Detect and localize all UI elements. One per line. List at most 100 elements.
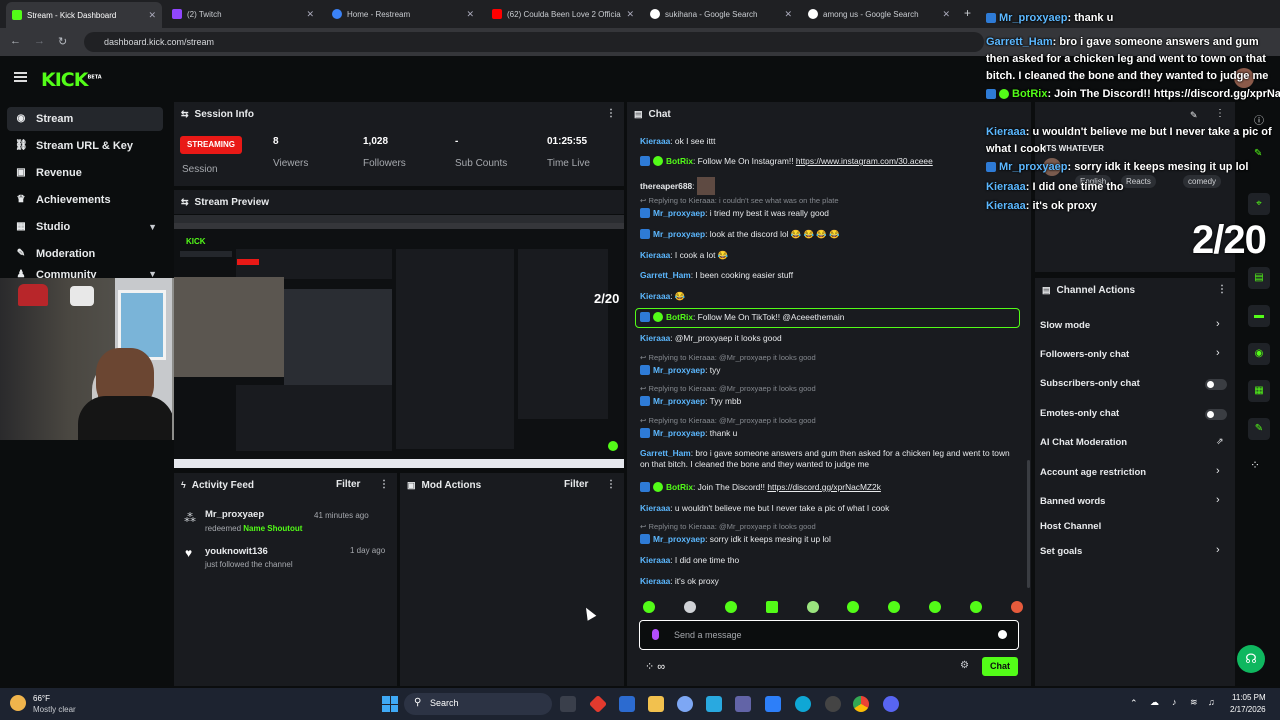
chat-link[interactable]: https://discord.gg/xprNacMZ2k (767, 482, 881, 492)
close-tab-icon[interactable]: ✕ (466, 9, 474, 20)
hamburger-menu-icon[interactable] (14, 72, 27, 82)
more-options-icon[interactable]: ⋮ (379, 479, 389, 490)
send-chat-button[interactable]: Chat (982, 657, 1018, 676)
tab-google-among-us[interactable]: among us - Google Search ✕ (802, 4, 956, 24)
emote-icon[interactable] (970, 601, 982, 613)
drag-handle-icon[interactable]: ⁘ (1250, 458, 1260, 472)
host-channel-item[interactable]: Host Channel (1040, 521, 1101, 532)
edge-icon[interactable] (795, 696, 811, 712)
banned-words-item[interactable]: Banned words (1040, 496, 1105, 507)
ai-chat-moderation-item[interactable]: AI Chat Moderation (1040, 437, 1127, 448)
discord-icon[interactable] (883, 696, 899, 712)
more-options-icon[interactable]: ⋮ (606, 108, 616, 119)
emote-icon[interactable] (765, 601, 778, 613)
close-tab-icon[interactable]: ✕ (626, 9, 634, 20)
forward-icon[interactable]: → (34, 35, 45, 47)
close-tab-icon[interactable]: ✕ (148, 10, 156, 21)
more-options-icon[interactable]: ⋮ (606, 479, 616, 490)
broadcast-icon[interactable]: ◉ (1248, 343, 1270, 365)
sidebar-item-studio[interactable]: ▦ Studio ▼ (7, 215, 163, 239)
emotes-only-toggle[interactable] (1205, 409, 1227, 420)
chrome-icon[interactable] (853, 696, 869, 712)
close-tab-icon[interactable]: ✕ (784, 9, 792, 20)
support-headset-icon[interactable]: ☊ (1237, 645, 1265, 673)
tab-kick-dashboard[interactable]: Stream - Kick Dashboard ✕ (6, 2, 162, 28)
sidebar-item-revenue[interactable]: ▣ Revenue (7, 161, 163, 185)
emote-icon[interactable] (806, 601, 819, 613)
teams-icon[interactable] (735, 696, 751, 712)
tab-twitch[interactable]: (2) Twitch ✕ (166, 4, 320, 24)
tag-chip[interactable]: comedy (1183, 175, 1222, 188)
screenshot-icon[interactable]: ⌖ (1248, 193, 1270, 215)
edit-icon[interactable]: ✎ (1190, 110, 1198, 121)
app-icon[interactable] (619, 696, 635, 712)
app-icon[interactable] (588, 694, 608, 714)
set-goals-item[interactable]: Set goals (1040, 546, 1082, 557)
tab-youtube[interactable]: (62) Coulda Been Love 2 Officia ✕ (486, 4, 640, 24)
sidebar-item-achievements[interactable]: ♛ Achievements (7, 188, 163, 212)
account-age-item[interactable]: Account age restriction (1040, 467, 1146, 478)
chevron-right-icon[interactable]: › (1216, 465, 1220, 477)
emote-icon[interactable] (929, 601, 942, 613)
task-view-icon[interactable] (560, 696, 576, 712)
file-explorer-icon[interactable] (648, 696, 664, 712)
reload-icon[interactable]: ↻ (58, 35, 67, 48)
chevron-right-icon[interactable]: › (1216, 544, 1220, 556)
tab-restream[interactable]: Home - Restream ✕ (326, 4, 480, 24)
settings-gear-icon[interactable]: ⚙ (960, 660, 969, 671)
chevron-up-icon[interactable]: ⌃ (1130, 698, 1138, 709)
slow-mode-item[interactable]: Slow mode (1040, 320, 1090, 331)
activity-filter-button[interactable]: Filter (336, 479, 360, 490)
layout-icon[interactable]: ▦ (1248, 380, 1270, 402)
points-icon[interactable]: ⁘ ∞ (645, 660, 665, 673)
sidebar-item-stream-url-key[interactable]: ⛓ Stream URL & Key (7, 134, 163, 158)
sidebar-item-stream[interactable]: ◉ Stream (7, 107, 163, 131)
microphone-tray-icon[interactable]: ♪ (1172, 697, 1177, 707)
emote-icon[interactable] (683, 601, 696, 613)
chevron-right-icon[interactable]: › (1216, 494, 1220, 506)
close-tab-icon[interactable]: ✕ (942, 9, 950, 20)
chat-input-box[interactable]: Send a message (639, 620, 1019, 650)
emoji-picker-icon[interactable] (998, 630, 1007, 639)
emote-icon[interactable] (847, 601, 860, 613)
back-icon[interactable]: ← (10, 35, 21, 47)
chat-scrollbar[interactable] (1027, 460, 1030, 588)
weather-temp[interactable]: 66°F (33, 694, 50, 703)
kick-logo[interactable]: KICKBETA (41, 69, 102, 91)
tray-icon[interactable]: ☁ (1150, 697, 1159, 708)
volume-icon[interactable]: ♫ (1208, 697, 1215, 707)
new-tab-icon[interactable]: + (964, 6, 971, 20)
weather-text[interactable]: Mostly clear (33, 705, 76, 714)
emote-icon[interactable] (724, 601, 737, 613)
more-options-icon[interactable]: ⋮ (1215, 108, 1225, 119)
mod-filter-button[interactable]: Filter (564, 479, 588, 490)
subscribers-only-toggle[interactable] (1205, 379, 1227, 390)
emote-icon[interactable] (1010, 601, 1023, 613)
chevron-right-icon[interactable]: › (1216, 318, 1220, 330)
clipboard-icon[interactable]: ▤ (1248, 267, 1270, 289)
emote-icon[interactable] (643, 601, 655, 613)
more-options-icon[interactable]: ⋮ (1217, 284, 1227, 295)
taskbar-search[interactable]: ⚲ Search (404, 693, 552, 715)
tag-chip[interactable]: Reacts (1121, 175, 1156, 188)
app-icon[interactable] (677, 696, 693, 712)
chat-input-placeholder[interactable]: Send a message (674, 630, 742, 640)
tab-google-sukihana[interactable]: sukihana - Google Search ✕ (644, 4, 798, 24)
external-link-icon[interactable]: ⇗ (1216, 436, 1224, 447)
clock-date[interactable]: 2/17/2026 (1230, 705, 1266, 714)
stream-preview-video[interactable]: KICK 2/20 (174, 215, 624, 468)
weather-icon[interactable] (10, 695, 26, 711)
followers-only-item[interactable]: Followers-only chat (1040, 349, 1129, 360)
windows-start-icon[interactable] (382, 696, 398, 712)
activity-user[interactable]: youknowit136 (205, 546, 268, 557)
sidebar-item-moderation[interactable]: ✎ Moderation (7, 242, 163, 266)
clock-time[interactable]: 11:05 PM (1232, 693, 1266, 702)
emote-icon[interactable] (888, 601, 901, 613)
activity-user[interactable]: Mr_proxyaep (205, 509, 264, 520)
vscode-icon[interactable] (706, 696, 722, 712)
microphone-icon[interactable] (652, 629, 659, 640)
chat-bubble-icon[interactable]: ▬ (1248, 305, 1270, 327)
dropbox-icon[interactable] (765, 696, 781, 712)
wrench-icon[interactable]: ✎ (1248, 418, 1270, 440)
wifi-icon[interactable]: ≋ (1190, 697, 1198, 708)
